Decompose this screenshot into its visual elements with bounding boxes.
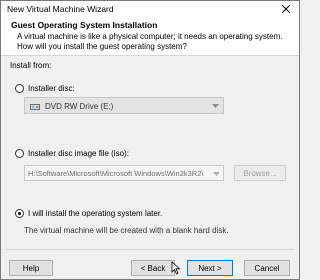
footer-divider: [6, 249, 294, 250]
page-subtitle: A virtual machine is like a physical com…: [17, 32, 283, 51]
title-bar: New Virtual Machine Wizard: [1, 1, 299, 17]
disc-drive-select[interactable]: DVD RW Drive (E:): [24, 97, 224, 114]
wizard-header: Guest Operating System Installation A vi…: [1, 17, 299, 56]
install-from-label: Install from:: [10, 61, 52, 70]
iso-path-value: H:\Software\Microsoft\Microsoft Windows\…: [28, 169, 204, 178]
wizard-window: New Virtual Machine Wizard Guest Operati…: [0, 0, 300, 280]
install-later-label: I will install the operating system late…: [28, 209, 163, 218]
dropdown-arrow-icon: [213, 172, 220, 176]
dropdown-arrow-icon: [212, 104, 219, 108]
disc-drive-value: DVD RW Drive (E:): [45, 102, 114, 111]
help-button[interactable]: Help: [9, 260, 53, 276]
iso-image-radio[interactable]: [15, 149, 24, 158]
installer-disc-label: Installer disc:: [28, 84, 75, 93]
window-title: New Virtual Machine Wizard: [7, 4, 114, 14]
installer-disc-radio[interactable]: [15, 84, 24, 93]
page-title: Guest Operating System Installation: [11, 20, 158, 30]
next-button[interactable]: Next >: [187, 260, 233, 276]
close-icon: [282, 5, 290, 13]
install-later-note: The virtual machine will be created with…: [24, 226, 229, 235]
install-later-radio[interactable]: [15, 209, 24, 218]
mouse-cursor-icon: [171, 261, 181, 275]
iso-path-combo[interactable]: H:\Software\Microsoft\Microsoft Windows\…: [24, 165, 224, 181]
close-button[interactable]: [279, 2, 293, 16]
cancel-button[interactable]: Cancel: [244, 260, 290, 276]
iso-image-label: Installer disc image file (iso):: [28, 149, 129, 158]
browse-button[interactable]: Browse...: [234, 165, 286, 181]
back-button[interactable]: < Back: [131, 260, 175, 276]
dvd-drive-icon: [30, 104, 40, 110]
